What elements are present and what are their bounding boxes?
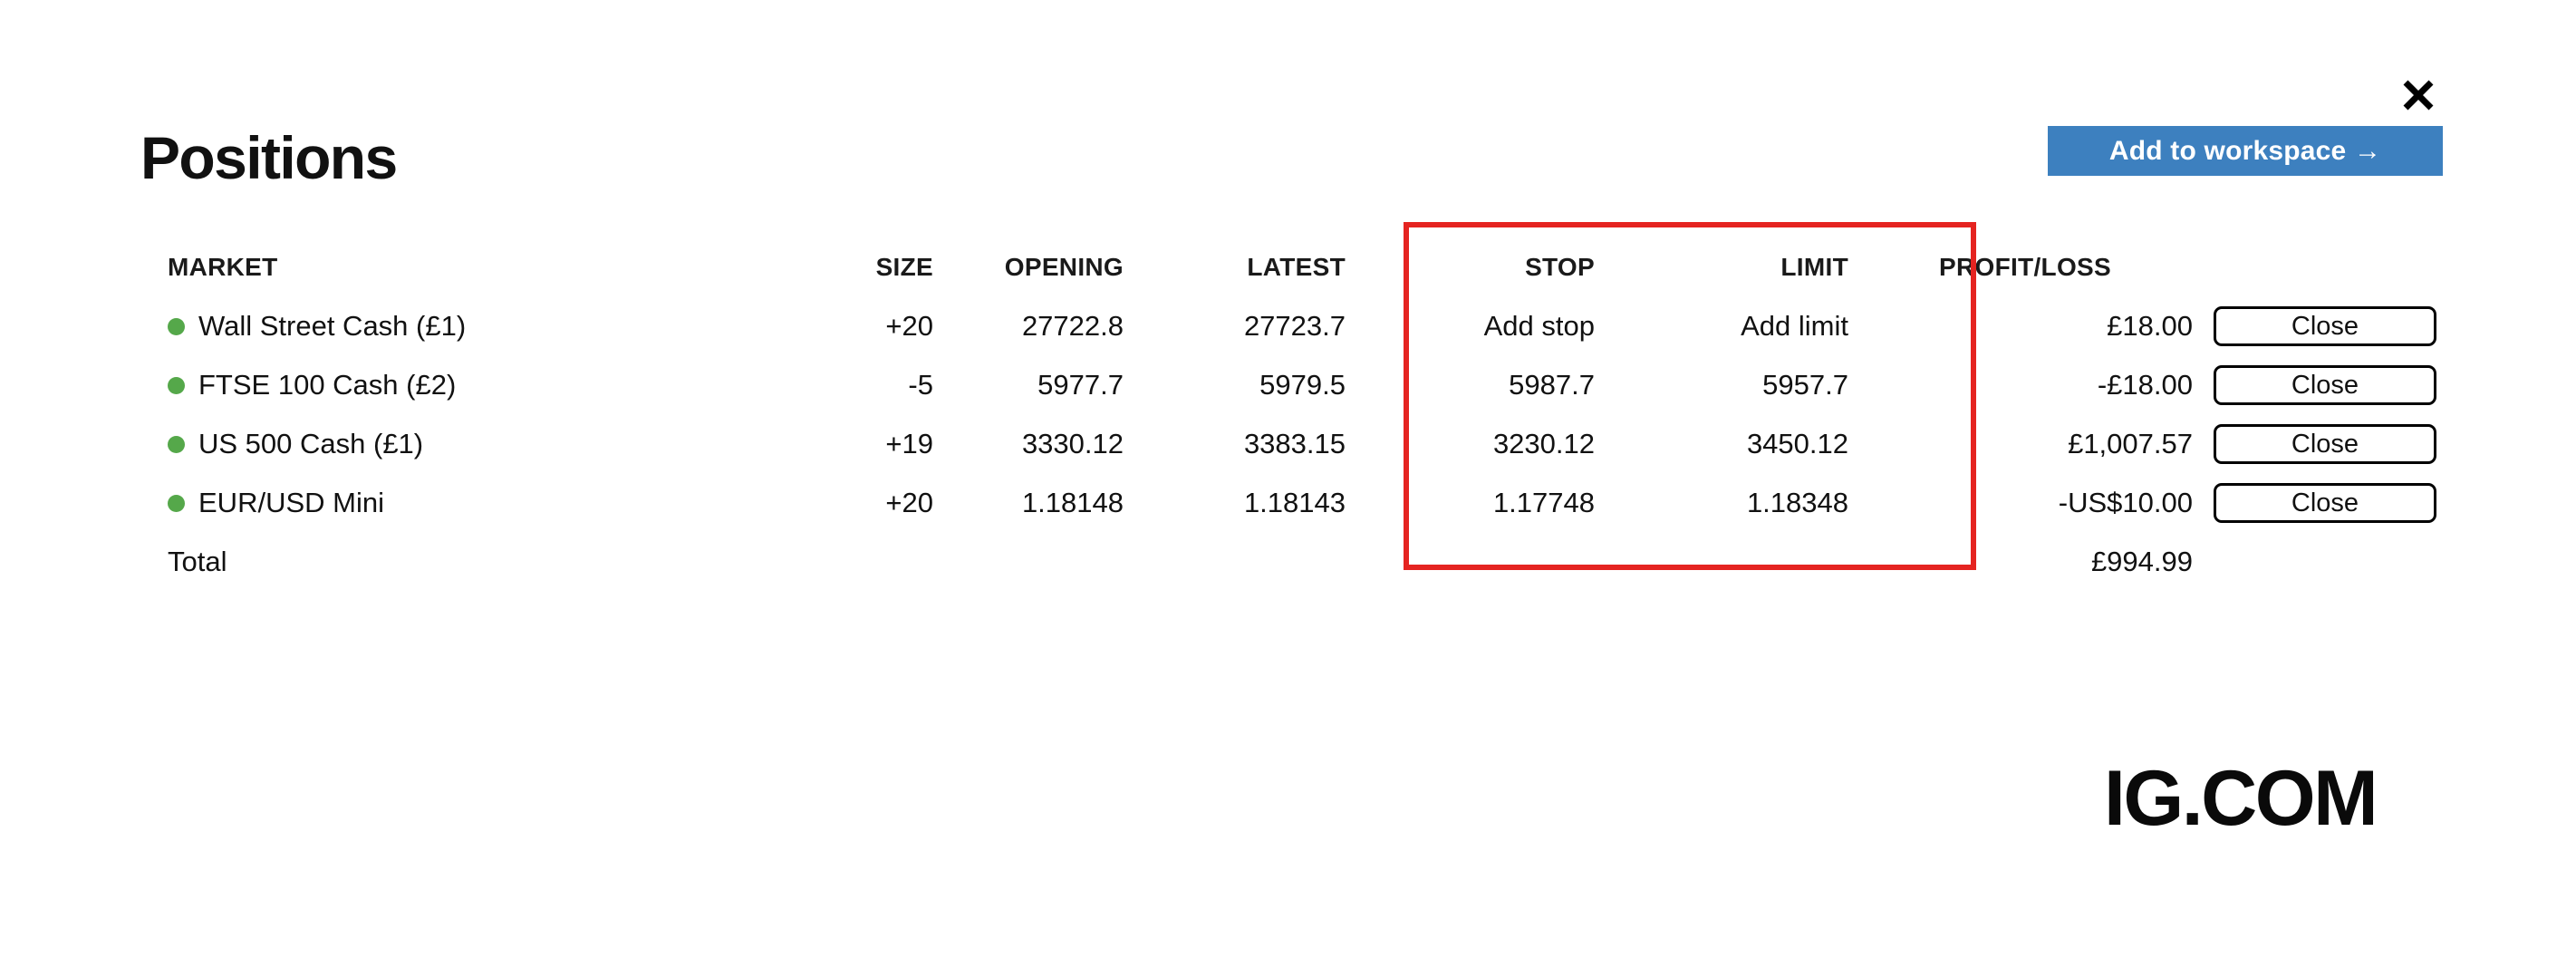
cell-opening: 5977.7	[1037, 369, 1124, 401]
cell-stop[interactable]: 5987.7	[1427, 355, 1595, 414]
status-dot-icon	[168, 317, 185, 335]
add-to-workspace-button[interactable]: Add to workspace →	[2048, 126, 2443, 176]
cell-latest: 5979.5	[1259, 369, 1346, 401]
cell-market: EUR/USD Mini	[168, 473, 384, 532]
cell-limit[interactable]: 5957.7	[1667, 355, 1848, 414]
cell-latest: 3383.15	[1243, 428, 1346, 459]
positions-table: MARKET SIZE OPENING LATEST STOP LIMIT PR…	[0, 237, 2576, 591]
cell-opening: 1.18148	[1021, 487, 1124, 518]
market-name: US 500 Cash (£1)	[198, 428, 424, 459]
table-total-row: Total £994.99	[0, 532, 2576, 591]
column-header-market: MARKET	[168, 253, 278, 281]
column-header-stop: STOP	[1525, 253, 1595, 281]
cell-profit-loss: -£18.00	[2097, 369, 2193, 401]
cell-limit[interactable]: Add limit	[1667, 296, 1848, 355]
table-row[interactable]: EUR/USD Mini +20 1.18148 1.18143 1.17748…	[0, 473, 2576, 532]
table-header-row: MARKET SIZE OPENING LATEST STOP LIMIT PR…	[0, 237, 2576, 296]
cell-market: Wall Street Cash (£1)	[168, 296, 466, 355]
status-dot-icon	[168, 435, 185, 453]
column-header-opening: OPENING	[1004, 253, 1124, 281]
cell-size: +20	[885, 310, 933, 342]
cell-opening: 27722.8	[1021, 310, 1124, 342]
total-profit-loss: £994.99	[2090, 546, 2193, 577]
cell-profit-loss: £18.00	[2107, 310, 2193, 342]
cell-profit-loss: £1,007.57	[2068, 428, 2193, 459]
column-header-limit: LIMIT	[1780, 253, 1848, 281]
ig-logo: IG.COM	[2104, 755, 2378, 842]
cell-stop[interactable]: Add stop	[1427, 296, 1595, 355]
cell-profit-loss: -US$10.00	[2058, 487, 2193, 518]
cell-latest: 1.18143	[1243, 487, 1346, 518]
market-name: EUR/USD Mini	[198, 487, 384, 518]
cell-size: -5	[908, 369, 933, 401]
close-position-button[interactable]: Close	[2214, 365, 2436, 405]
column-header-latest: LATEST	[1247, 253, 1346, 281]
cell-market: US 500 Cash (£1)	[168, 414, 423, 473]
cell-market: FTSE 100 Cash (£2)	[168, 355, 456, 414]
cell-limit[interactable]: 1.18348	[1667, 473, 1848, 532]
page-title: Positions	[140, 124, 398, 191]
cell-limit[interactable]: 3450.12	[1667, 414, 1848, 473]
table-row[interactable]: FTSE 100 Cash (£2) -5 5977.7 5979.5 5987…	[0, 355, 2576, 414]
status-dot-icon	[168, 376, 185, 394]
cell-opening: 3330.12	[1021, 428, 1124, 459]
close-position-button[interactable]: Close	[2214, 424, 2436, 464]
positions-panel: Add to workspace → Positions MARKET SIZE…	[0, 0, 2576, 967]
close-position-button[interactable]: Close	[2214, 483, 2436, 523]
column-header-profit-loss: PROFIT/LOSS	[1939, 253, 2111, 281]
total-label: Total	[168, 546, 227, 577]
cell-stop[interactable]: 1.17748	[1427, 473, 1595, 532]
market-name: Wall Street Cash (£1)	[198, 310, 467, 342]
cell-latest: 27723.7	[1243, 310, 1346, 342]
cell-size: +20	[885, 487, 933, 518]
table-row[interactable]: US 500 Cash (£1) +19 3330.12 3383.15 323…	[0, 414, 2576, 473]
close-position-button[interactable]: Close	[2214, 306, 2436, 346]
cell-size: +19	[885, 428, 933, 459]
market-name: FTSE 100 Cash (£2)	[198, 369, 457, 401]
close-x-icon[interactable]	[2398, 74, 2439, 116]
status-dot-icon	[168, 494, 185, 512]
table-row[interactable]: Wall Street Cash (£1) +20 27722.8 27723.…	[0, 296, 2576, 355]
column-header-size: SIZE	[875, 253, 933, 281]
cell-stop[interactable]: 3230.12	[1427, 414, 1595, 473]
